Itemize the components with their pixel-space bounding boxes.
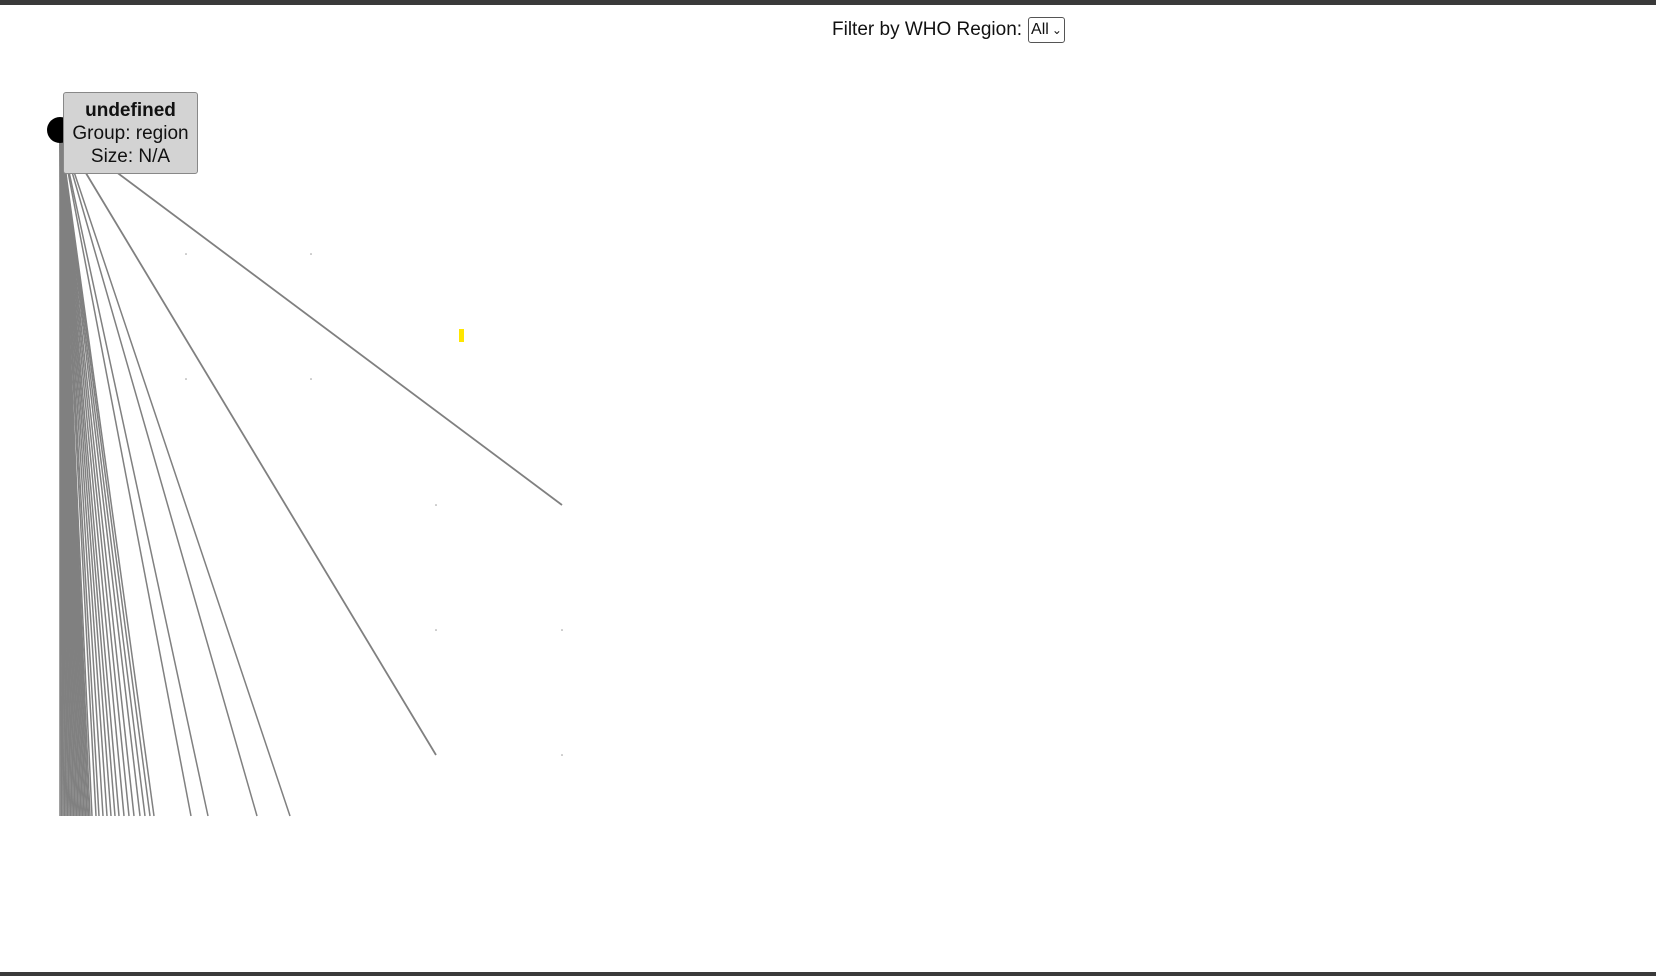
- tooltip-title: undefined: [85, 100, 176, 121]
- graph-links: [59, 129, 563, 817]
- tooltip-group: Group: region: [72, 123, 189, 144]
- window-bottom-border: [0, 972, 1656, 976]
- country-node[interactable]: [561, 629, 563, 631]
- country-node[interactable]: [435, 504, 437, 506]
- country-node[interactable]: [185, 253, 187, 255]
- node-tooltip: undefined Group: region Size: N/A: [63, 92, 198, 174]
- network-graph[interactable]: [0, 0, 1656, 976]
- highlighted-node[interactable]: [459, 329, 464, 342]
- graph-nodes: [185, 253, 563, 756]
- country-node[interactable]: [310, 253, 312, 255]
- graph-link: [59, 129, 563, 506]
- country-node[interactable]: [310, 378, 312, 380]
- tooltip-size: Size: N/A: [90, 146, 171, 167]
- country-node[interactable]: [561, 754, 563, 756]
- country-node[interactable]: [185, 378, 187, 380]
- country-node[interactable]: [435, 629, 437, 631]
- graph-link: [59, 129, 437, 756]
